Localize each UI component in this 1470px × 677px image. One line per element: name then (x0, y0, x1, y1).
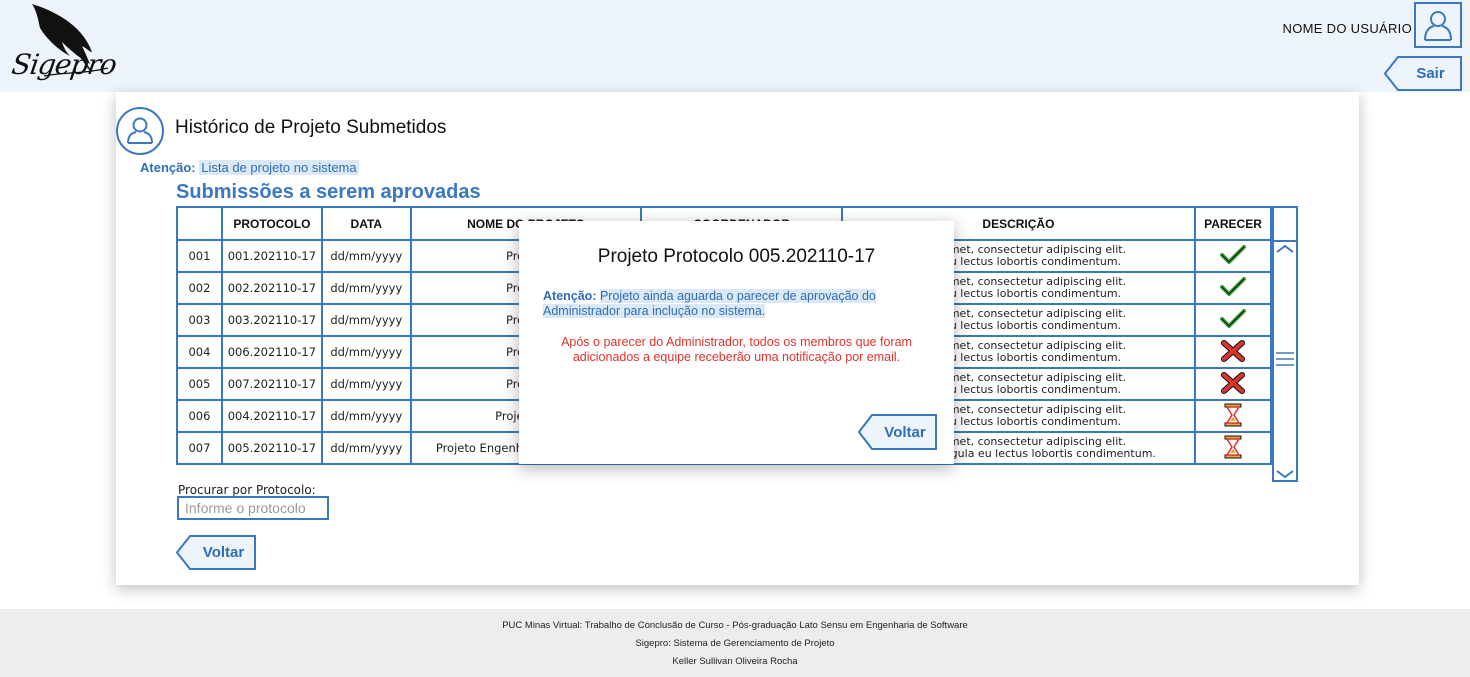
row-number: 003 (176, 303, 223, 337)
row-protocol: 006.202110-17 (220, 335, 323, 369)
scrollbar-arrows (1276, 244, 1294, 479)
row-number: 004 (176, 335, 223, 369)
row-status (1193, 239, 1273, 273)
row-protocol: 003.202110-17 (220, 303, 323, 337)
row-number: 005 (176, 367, 223, 401)
check-icon (1219, 308, 1246, 328)
user-avatar[interactable] (1414, 2, 1462, 48)
row-date: dd/mm/yyyy (320, 399, 412, 433)
x-icon (1220, 339, 1245, 362)
footer-line: Sigepro: Sistema de Gerenciamento de Pro… (635, 638, 835, 649)
row-status (1193, 431, 1273, 465)
modal-back-button[interactable]: Voltar (858, 414, 938, 450)
column-header (176, 206, 223, 241)
sigepro-logo: Sigepro (4, 2, 119, 90)
modal-notification-note: Após o parecer do Administrador, todos o… (561, 335, 912, 364)
row-date: dd/mm/yyyy (320, 303, 412, 337)
check-icon (1219, 244, 1246, 264)
top-bar (0, 0, 1470, 92)
row-protocol: 004.202110-17 (220, 399, 323, 433)
scroll-grip-icon (1276, 352, 1294, 366)
attention-text: Lista de projeto no sistema (199, 160, 359, 175)
row-status (1193, 271, 1273, 305)
row-status (1193, 367, 1273, 401)
page-title: Histórico de Projeto Submetidos (175, 117, 447, 138)
column-header: PARECER (1193, 206, 1273, 241)
row-number: 006 (176, 399, 223, 433)
modal-attention: Atenção: Projeto ainda aguarda o parecer… (543, 289, 928, 319)
back-button[interactable]: Voltar (176, 535, 257, 570)
row-protocol: 002.202110-17 (220, 271, 323, 305)
page-attention: Atenção: Lista de projeto no sistema (140, 160, 359, 175)
user-icon (1424, 11, 1452, 41)
protocol-modal: Projeto Protocolo 005.202110-17 Atenção:… (519, 221, 954, 464)
protocol-search-input[interactable] (177, 496, 329, 520)
row-number: 007 (176, 431, 223, 465)
check-icon (1219, 276, 1246, 296)
back-label: Voltar (202, 544, 245, 561)
username-label: NOME DO USUÁRIO (1282, 21, 1412, 36)
section-title: Submissões a serem aprovadas (176, 181, 481, 203)
row-date: dd/mm/yyyy (320, 335, 412, 369)
row-status (1193, 335, 1273, 369)
footer-line: PUC Minas Virtual: Trabalho de Conclusão… (502, 620, 968, 631)
footer-line: Keller Sullivan Oliveira Rocha (672, 656, 798, 667)
chevron-up-icon (1276, 244, 1294, 253)
hourglass-icon (1224, 403, 1242, 426)
modal-title: Projeto Protocolo 005.202110-17 (597, 246, 876, 267)
column-header: PROTOCOLO (220, 206, 323, 241)
footer: PUC Minas Virtual: Trabalho de Conclusão… (0, 609, 1470, 677)
search-label: Procurar por Protocolo: (178, 483, 316, 497)
table-scrollbar[interactable] (1272, 206, 1298, 482)
row-protocol: 005.202110-17 (220, 431, 323, 465)
modal-attention-label: Atenção: (543, 289, 597, 303)
x-icon (1220, 371, 1245, 394)
modal-back-label: Voltar (884, 423, 926, 441)
logout-button[interactable]: Sair (1384, 56, 1463, 91)
column-header: DATA (320, 206, 412, 241)
row-date: dd/mm/yyyy (320, 367, 412, 401)
row-number: 002 (176, 271, 223, 305)
user-icon (116, 107, 164, 155)
row-date: dd/mm/yyyy (320, 431, 412, 465)
row-protocol: 001.202110-17 (220, 239, 323, 273)
logout-label: Sair (1416, 65, 1445, 82)
hourglass-icon (1224, 435, 1242, 458)
chevron-down-icon (1276, 470, 1294, 479)
row-status (1193, 399, 1273, 433)
row-date: dd/mm/yyyy (320, 239, 412, 273)
row-status (1193, 303, 1273, 337)
row-date: dd/mm/yyyy (320, 271, 412, 305)
row-number: 001 (176, 239, 223, 273)
logo-text: Sigepro (9, 48, 119, 81)
attention-label: Atenção: (140, 160, 196, 175)
row-protocol: 007.202110-17 (220, 367, 323, 401)
page-avatar (115, 106, 165, 156)
